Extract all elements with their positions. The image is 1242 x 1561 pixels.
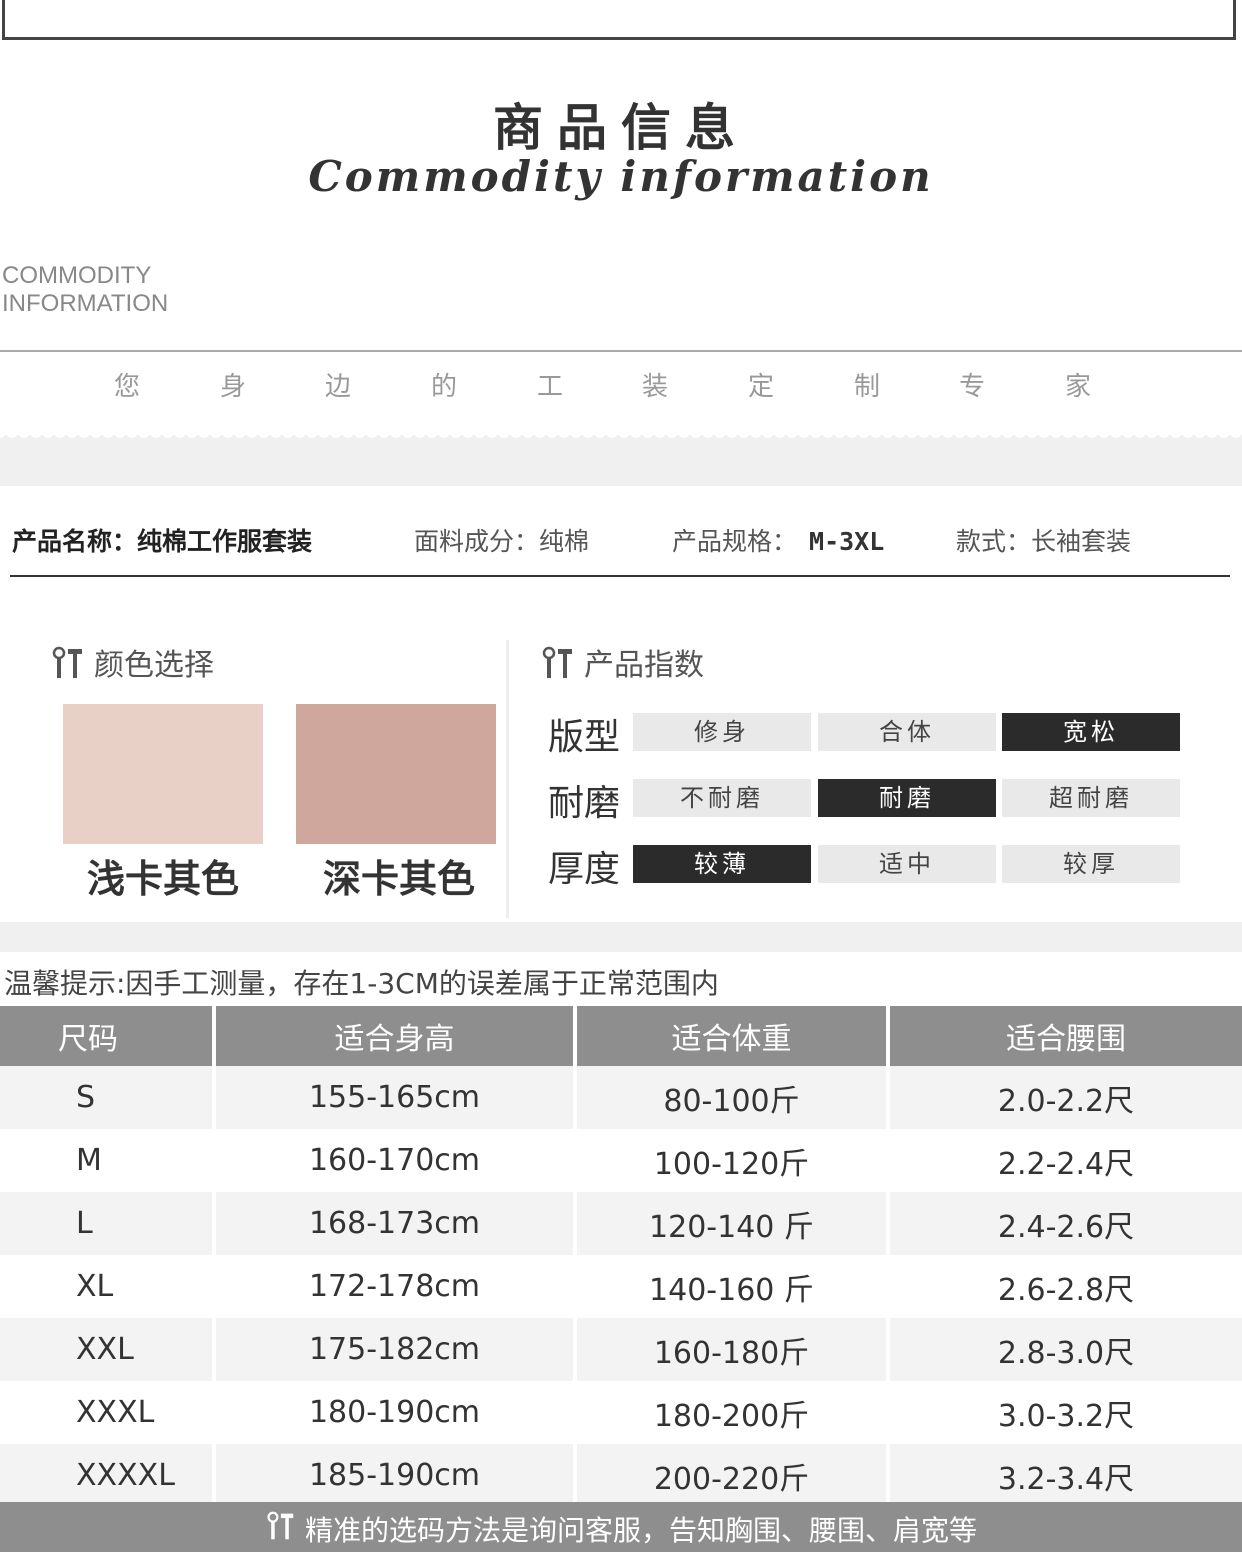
heading-en: Commodity information [308, 152, 934, 201]
table-row: M 160-170cm 100-120斤 2.2-2.4尺 [0, 1129, 1242, 1192]
swatch-label-light: 浅卡其色 [86, 857, 239, 901]
size-cell: XXL [0, 1318, 216, 1381]
table-row: XL 172-178cm 140-160 斤 2.6-2.8尺 [0, 1255, 1242, 1318]
side-label-line1: COMMODITY [2, 262, 152, 289]
weight-cell: 160-180斤 [575, 1318, 890, 1381]
option-thickness-medium[interactable]: 适中 [818, 845, 996, 883]
swatch-light-khaki[interactable] [63, 704, 263, 844]
weight-cell: 140-160 斤 [575, 1255, 890, 1318]
weight-header: 适合体重 [575, 1006, 890, 1066]
index-label-fit: 版型 [548, 717, 621, 758]
slogan-char: 的 [431, 372, 458, 402]
slogan-char: 您 [114, 372, 141, 402]
slogan-char: 边 [325, 372, 352, 402]
table-row: L 168-173cm 120-140 斤 2.4-2.6尺 [0, 1192, 1242, 1255]
slogan-char: 定 [748, 372, 775, 402]
slogan-char: 装 [642, 372, 669, 402]
side-label: COMMODITY INFORMATION [2, 262, 168, 318]
weight-cell: 180-200斤 [575, 1381, 890, 1444]
waist-cell: 3.2-3.4尺 [888, 1444, 1242, 1507]
slogan-char: 制 [854, 372, 881, 402]
waist-cell: 2.0-2.2尺 [888, 1066, 1242, 1129]
waist-cell: 2.8-3.0尺 [888, 1318, 1242, 1381]
product-style: 款式：长袖套装 [956, 527, 1132, 556]
size-cell: M [0, 1129, 216, 1192]
table-row: XXXL 180-190cm 180-200斤 3.0-3.2尺 [0, 1381, 1242, 1444]
index-section-label: 产品指数 [584, 648, 704, 683]
option-fit-slim[interactable]: 修身 [633, 713, 811, 751]
index-section-title: 产品指数 [540, 640, 704, 688]
waist-cell: 3.0-3.2尺 [888, 1381, 1242, 1444]
weight-cell: 200-220斤 [575, 1444, 890, 1507]
tools-icon [50, 646, 84, 688]
slogan: 您 身 边 的 工 装 定 制 专 家 [0, 366, 1242, 402]
option-thickness-thin[interactable]: 较薄 [633, 845, 811, 883]
option-thickness-thick[interactable]: 较厚 [1002, 845, 1180, 883]
product-spec: 产品规格： M-3XL [672, 522, 884, 558]
size-cell: XXXXL [0, 1444, 216, 1507]
tools-icon [540, 646, 574, 688]
option-durability-mid[interactable]: 耐磨 [818, 779, 996, 817]
footer-text: 精准的选码方法是询问客服，告知胸围、腰围、肩宽等 [304, 1514, 977, 1547]
color-section-label: 颜色选择 [94, 648, 214, 683]
product-spec-label: 产品规格： [672, 527, 798, 556]
option-durability-low[interactable]: 不耐磨 [633, 779, 811, 817]
index-label-thickness: 厚度 [548, 849, 621, 890]
weight-cell: 120-140 斤 [575, 1192, 890, 1255]
side-label-line2: INFORMATION [2, 290, 169, 317]
height-cell: 160-170cm [214, 1129, 577, 1192]
option-durability-high[interactable]: 超耐磨 [1002, 779, 1180, 817]
height-cell: 185-190cm [214, 1444, 577, 1507]
table-row: XXXXL 185-190cm 200-220斤 3.2-3.4尺 [0, 1444, 1242, 1507]
color-section-title: 颜色选择 [50, 640, 214, 688]
weight-cell: 100-120斤 [575, 1129, 890, 1192]
scalloped-band [0, 428, 1242, 486]
height-cell: 168-173cm [214, 1192, 577, 1255]
table-row: XXL 175-182cm 160-180斤 2.8-3.0尺 [0, 1318, 1242, 1381]
option-fit-loose[interactable]: 宽松 [1002, 713, 1180, 751]
height-cell: 155-165cm [214, 1066, 577, 1129]
table-row: S 155-165cm 80-100斤 2.0-2.2尺 [0, 1066, 1242, 1129]
swatch-dark-khaki[interactable] [296, 704, 496, 844]
height-header: 适合身高 [214, 1006, 577, 1066]
option-fit-regular[interactable]: 合体 [818, 713, 996, 751]
info-underline [10, 575, 1230, 577]
size-header: 尺码 [0, 1006, 216, 1066]
slogan-char: 身 [220, 372, 247, 402]
height-cell: 172-178cm [214, 1255, 577, 1318]
slogan-char: 专 [959, 372, 986, 402]
gray-band [0, 922, 1242, 952]
size-cell: XL [0, 1255, 216, 1318]
waist-cell: 2.4-2.6尺 [888, 1192, 1242, 1255]
swatch-label-dark: 深卡其色 [322, 857, 475, 901]
divider-line [0, 350, 1242, 352]
waist-cell: 2.2-2.4尺 [888, 1129, 1242, 1192]
height-cell: 180-190cm [214, 1381, 577, 1444]
size-cell: XXXL [0, 1381, 216, 1444]
footer-note: 精准的选码方法是询问客服，告知胸围、腰围、肩宽等 [0, 1502, 1242, 1552]
size-cell: S [0, 1066, 216, 1129]
product-name: 产品名称：纯棉工作服套装 [12, 527, 313, 556]
product-fabric: 面料成分：纯棉 [414, 527, 590, 556]
index-label-durability: 耐磨 [548, 783, 621, 824]
weight-cell: 80-100斤 [575, 1066, 890, 1129]
size-table: 尺码 适合身高 适合体重 适合腰围 S 155-165cm 80-100斤 2.… [0, 1006, 1242, 1507]
top-frame [2, 0, 1236, 40]
product-info-row: 产品名称：纯棉工作服套装 面料成分：纯棉 产品规格： M-3XL 款式：长袖套装 [0, 522, 1242, 562]
slogan-char: 家 [1065, 372, 1092, 402]
measurement-tip: 温馨提示:因手工测量，存在1-3CM的误差属于正常范围内 [4, 967, 719, 1000]
height-cell: 175-182cm [214, 1318, 577, 1381]
panel-divider [506, 640, 509, 918]
waist-cell: 2.6-2.8尺 [888, 1255, 1242, 1318]
size-cell: L [0, 1192, 216, 1255]
tools-icon [265, 1503, 295, 1561]
waist-header: 适合腰围 [888, 1006, 1242, 1066]
slogan-char: 工 [537, 372, 564, 402]
heading-cn: 商品信息 [493, 98, 749, 157]
product-spec-value: M-3XL [809, 527, 885, 556]
